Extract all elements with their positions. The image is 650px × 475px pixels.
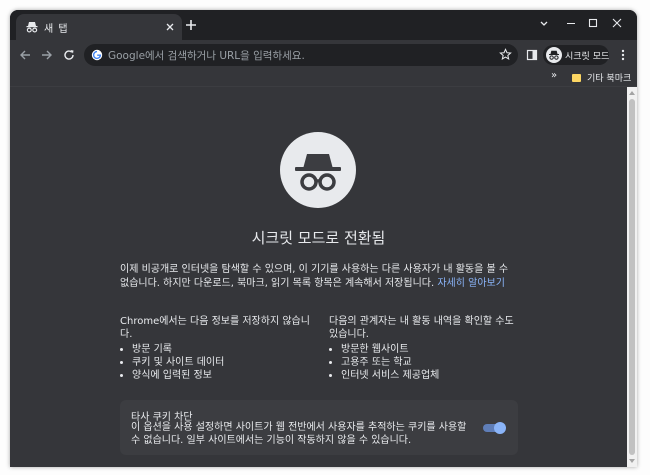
not-saved-heading: Chrome에서는 다음 정보를 저장하지 않습니다. (120, 316, 310, 340)
google-icon (91, 49, 103, 61)
page-title: 시크릿 모드로 전환됨 (251, 229, 386, 247)
page-scrollbar[interactable] (627, 87, 637, 467)
address-bar[interactable]: Google에서 검색하거나 URL을 입력하세요. (84, 44, 518, 66)
folder-icon (572, 74, 581, 82)
profile-button[interactable]: 시크릿 모드 (543, 45, 609, 65)
tab-search-icon[interactable] (537, 16, 551, 30)
close-icon[interactable] (164, 21, 176, 33)
toolbar: Google에서 검색하거나 URL을 입력하세요. 시크릿 모드 (10, 40, 637, 70)
other-bookmarks-button[interactable]: 기타 북마크 (587, 71, 631, 84)
cookie-block-toggle[interactable] (483, 422, 506, 434)
bookmarks-bar: » 기타 북마크 (10, 70, 637, 87)
incognito-logo (280, 132, 356, 208)
list-item: 양식에 입력된 정보 (132, 369, 310, 382)
incognito-page: 시크릿 모드로 전환됨 이제 비공개로 인터넷을 탐색할 수 있으며, 이 기기… (10, 87, 627, 467)
intro-paragraph: 이제 비공개로 인터넷을 탐색할 수 있으며, 이 기기를 사용하는 다른 사용… (120, 263, 520, 291)
forward-arrow-icon[interactable] (40, 48, 54, 62)
minimize-icon[interactable] (564, 16, 578, 30)
cookie-block-description: 이 옵션을 사용 설정하면 사이트가 웹 전반에서 사용자를 추적하는 쿠키를 … (131, 422, 467, 446)
bookmark-star-icon[interactable] (499, 48, 512, 61)
tab-strip: 새 탭 (10, 10, 637, 40)
learn-more-link[interactable]: 자세히 알아보기 (437, 278, 505, 289)
close-window-icon[interactable] (610, 16, 624, 30)
incognito-avatar-icon (546, 47, 562, 63)
browser-window: 새 탭 Google에서 검색하거나 URL을 입력하세요. 시크릿 모드 » … (10, 10, 637, 467)
scroll-up-arrow-icon[interactable] (629, 90, 635, 96)
scrollbar-thumb[interactable] (629, 99, 635, 455)
new-tab-button[interactable] (184, 18, 198, 32)
profile-label: 시크릿 모드 (565, 52, 610, 62)
list-item: 쿠키 및 사이트 데이터 (132, 356, 310, 369)
not-saved-section: Chrome에서는 다음 정보를 저장하지 않습니다. 방문 기록 쿠키 및 사… (120, 315, 310, 382)
incognito-icon (26, 22, 38, 33)
tab-title: 새 탭 (44, 24, 69, 35)
more-menu-icon[interactable] (616, 48, 630, 62)
list-item: 고용주 또는 학교 (341, 356, 519, 369)
tab-new-tab[interactable]: 새 탭 (16, 14, 182, 40)
toggle-knob (494, 422, 506, 434)
may-see-heading: 다음의 관계자는 내 활동 내역을 확인할 수도 있습니다. (329, 316, 514, 340)
list-item: 방문한 웹사이트 (341, 343, 519, 356)
incognito-large-icon (295, 154, 341, 191)
may-see-section: 다음의 관계자는 내 활동 내역을 확인할 수도 있습니다. 방문한 웹사이트 … (329, 315, 519, 382)
bookmarks-overflow-button[interactable]: » (551, 70, 557, 81)
maximize-icon[interactable] (586, 16, 600, 30)
third-party-cookie-block: 타사 쿠키 차단 이 옵션을 사용 설정하면 사이트가 웹 전반에서 사용자를 … (120, 400, 518, 455)
list-item: 인터넷 서비스 제공업체 (341, 369, 519, 382)
back-arrow-icon[interactable] (18, 48, 32, 62)
list-item: 방문 기록 (132, 343, 310, 356)
side-panel-icon[interactable] (526, 49, 538, 61)
reload-icon[interactable] (62, 48, 76, 62)
address-bar-placeholder: Google에서 검색하거나 URL을 입력하세요. (108, 50, 305, 62)
scroll-down-arrow-icon[interactable] (629, 458, 635, 464)
